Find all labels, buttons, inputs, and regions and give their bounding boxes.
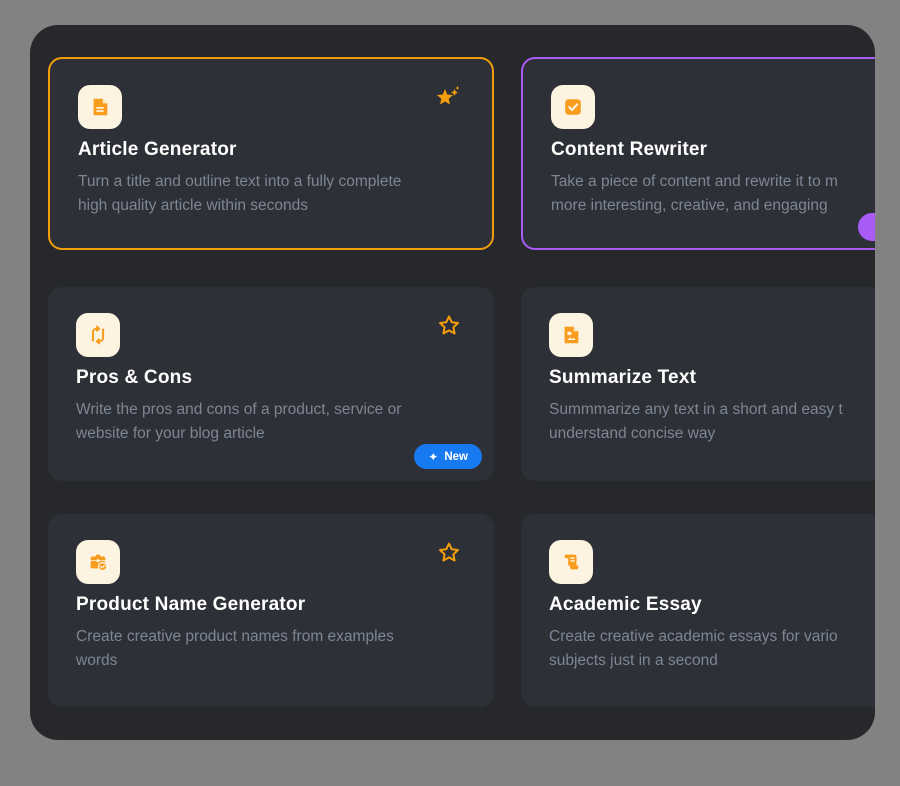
card-description: Create creative academic essays for vari…	[549, 625, 875, 673]
card-description: Write the pros and cons of a product, se…	[76, 398, 466, 446]
card-title: Article Generator	[78, 138, 464, 162]
card-title: Pros & Cons	[76, 366, 466, 390]
card-content-rewriter[interactable]: Content Rewriter Take a piece of content…	[521, 57, 875, 250]
purple-badge-clipped	[858, 213, 875, 241]
checkbox-icon	[551, 85, 595, 129]
new-badge: ✦ New	[414, 444, 482, 469]
card-product-name-generator[interactable]: Product Name Generator Create creative p…	[48, 514, 494, 707]
favorite-star-outline-icon[interactable]	[436, 540, 464, 568]
package-check-icon	[76, 540, 120, 584]
card-title: Summarize Text	[549, 366, 875, 390]
document-icon	[78, 85, 122, 129]
file-image-icon	[549, 313, 593, 357]
swap-arrows-icon	[76, 313, 120, 357]
favorite-star-filled-icon[interactable]	[434, 85, 462, 113]
card-title: Product Name Generator	[76, 593, 466, 617]
card-summarize-text[interactable]: Summarize Text Summmarize any text in a …	[521, 287, 875, 481]
card-academic-essay[interactable]: Academic Essay Create creative academic …	[521, 514, 875, 707]
favorite-star-outline-icon[interactable]	[436, 313, 464, 341]
card-description: Create creative product names from examp…	[76, 625, 466, 673]
tools-panel: Article Generator Turn a title and outli…	[30, 25, 875, 740]
card-title: Academic Essay	[549, 593, 875, 617]
card-pros-and-cons[interactable]: Pros & Cons Write the pros and cons of a…	[48, 287, 494, 481]
card-article-generator[interactable]: Article Generator Turn a title and outli…	[48, 57, 494, 250]
card-description: Summmarize any text in a short and easy …	[549, 398, 875, 446]
new-badge-label: New	[444, 451, 468, 463]
card-description: Take a piece of content and rewrite it t…	[551, 170, 875, 218]
card-description: Turn a title and outline text into a ful…	[78, 170, 464, 218]
card-title: Content Rewriter	[551, 138, 875, 162]
scroll-icon	[549, 540, 593, 584]
sparkle-icon: ✦	[428, 451, 438, 463]
